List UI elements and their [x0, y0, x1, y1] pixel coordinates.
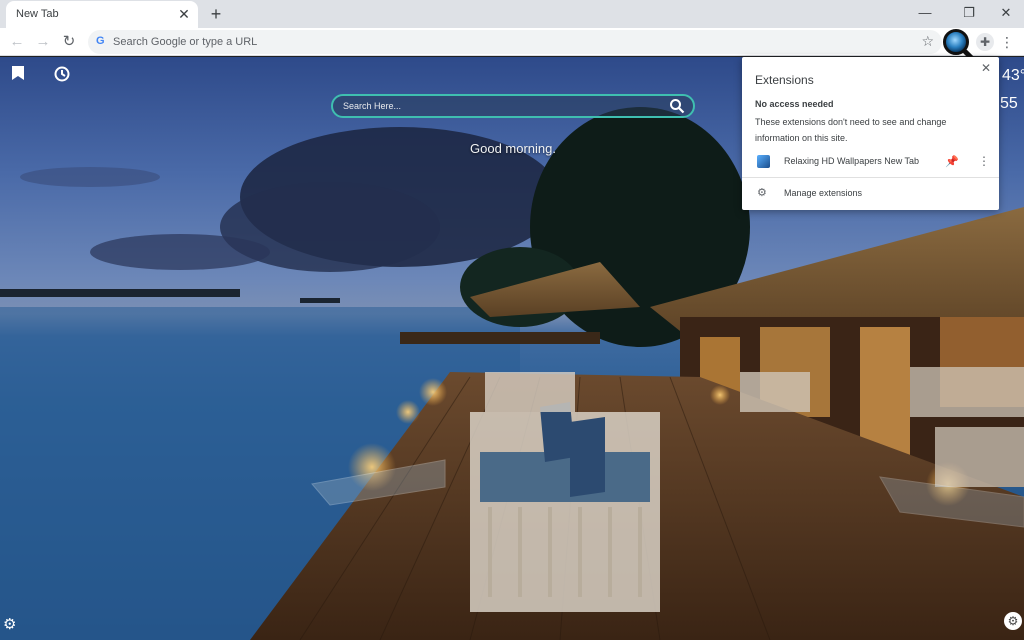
omnibox-placeholder: Search Google or type a URL	[113, 36, 258, 48]
bookmark-icon[interactable]	[11, 65, 25, 86]
greeting-text: Good morning.	[470, 141, 556, 156]
options-icon[interactable]: ⚙	[1004, 612, 1022, 630]
popup-close-icon[interactable]: ✕	[979, 61, 993, 75]
extension-menu-icon[interactable]: ⋮	[978, 154, 990, 168]
chrome-menu-icon[interactable]: ⋮	[1000, 33, 1014, 51]
weather-temperature: 43°	[1002, 67, 1024, 84]
wallpaper-search-placeholder: Search Here...	[343, 101, 402, 111]
tab-close-icon[interactable]: ✕	[176, 6, 192, 22]
gear-icon: ⚙	[757, 187, 767, 199]
new-tab-button[interactable]: +	[206, 4, 226, 24]
forward-button[interactable]: →	[33, 32, 53, 52]
bookmark-star-icon[interactable]: ☆	[921, 33, 934, 50]
tab-new-tab[interactable]: New Tab ✕	[6, 1, 198, 28]
popup-description: These extensions don't need to see and c…	[755, 117, 947, 143]
popup-section-title: No access needed	[755, 99, 834, 109]
extension-name: Relaxing HD Wallpapers New Tab	[784, 156, 920, 166]
weather-secondary: 55	[1000, 95, 1018, 112]
wallpaper-extension-icon	[757, 155, 770, 168]
wallpaper-search-box[interactable]: Search Here...	[331, 94, 695, 118]
minimize-button[interactable]: —	[911, 2, 939, 24]
reload-button[interactable]: ↻	[59, 32, 79, 52]
manage-extensions-label: Manage extensions	[784, 188, 863, 198]
back-button[interactable]: ←	[7, 32, 27, 52]
restore-button[interactable]: ❐	[955, 2, 983, 24]
extensions-puzzle-icon[interactable]: ✚	[976, 33, 994, 51]
window-close-button[interactable]: ✕	[992, 2, 1020, 24]
search-icon[interactable]	[669, 98, 685, 114]
omnibox[interactable]: G Search Google or type a URL ☆	[88, 30, 942, 54]
settings-icon[interactable]: ⚙	[3, 615, 16, 633]
google-logo-icon: G	[96, 35, 105, 47]
history-icon[interactable]	[53, 65, 71, 88]
popup-divider	[742, 177, 999, 178]
extension-row[interactable]: Relaxing HD Wallpapers New Tab 📌 ⋮	[742, 151, 999, 173]
popup-title: Extensions	[755, 73, 814, 87]
tab-strip: New Tab ✕ + — ❐ ✕	[0, 0, 1024, 28]
tab-title: New Tab	[16, 8, 59, 20]
extensions-popup: Extensions ✕ No access needed These exte…	[742, 57, 999, 210]
toolbar: ← → ↻ G Search Google or type a URL ☆	[0, 28, 1024, 56]
manage-extensions-row[interactable]: ⚙ Manage extensions	[742, 184, 999, 204]
pin-icon[interactable]: 📌	[945, 155, 959, 168]
